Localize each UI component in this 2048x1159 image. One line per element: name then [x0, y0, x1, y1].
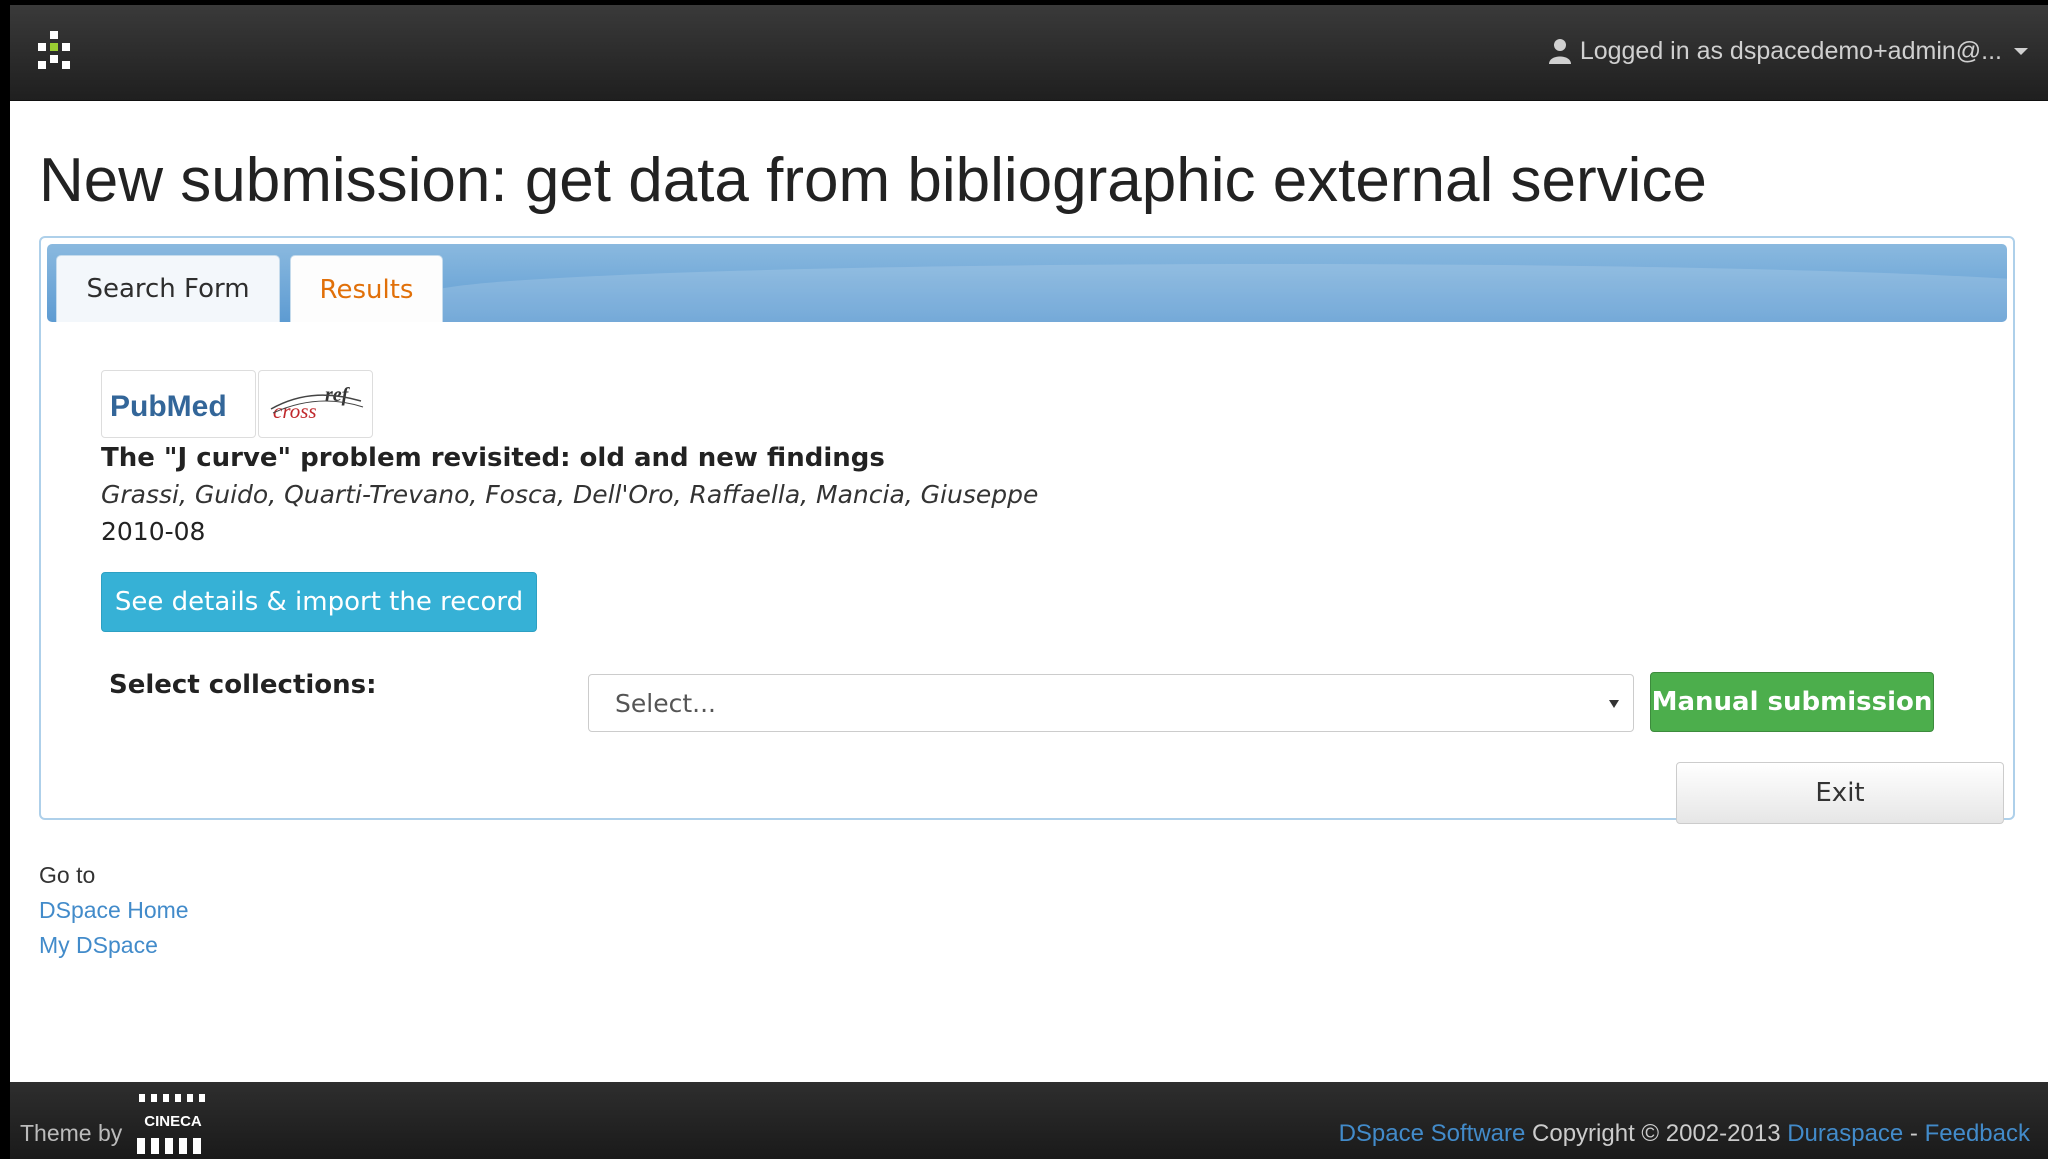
page: Logged in as dspacedemo+admin@... New su…: [10, 5, 2048, 1159]
user-icon: [1548, 39, 1571, 64]
cineca-logo-icon[interactable]: CINECA: [135, 1092, 211, 1156]
exit-button[interactable]: Exit: [1676, 762, 2004, 824]
dropdown-arrow-icon: [1609, 700, 1619, 708]
import-record-button[interactable]: See details & import the record: [101, 572, 537, 632]
svg-text:PubMed: PubMed: [110, 390, 227, 423]
tabbar-decoration: [427, 264, 2007, 322]
collection-select[interactable]: Select...: [588, 674, 1634, 732]
caret-down-icon: [2014, 47, 2028, 55]
crossref-logo-icon: ref cross: [270, 384, 364, 423]
duraspace-link[interactable]: Duraspace: [1787, 1120, 1903, 1147]
svg-text:cross: cross: [273, 399, 317, 423]
user-menu-dropdown[interactable]: Logged in as dspacedemo+admin@...: [1548, 31, 2028, 71]
feedback-link[interactable]: Feedback: [1925, 1120, 2030, 1147]
goto-label: Go to: [39, 862, 96, 888]
page-title: New submission: get data from bibliograp…: [39, 146, 1707, 215]
crossref-logo: ref cross: [258, 370, 373, 438]
dspace-home-link[interactable]: DSpace Home: [39, 897, 189, 924]
pubmed-logo-icon: PubMed: [110, 390, 227, 423]
dspace-logo-icon[interactable]: [38, 31, 78, 71]
tab-bar: Search Form Results: [47, 244, 2007, 322]
top-navbar: Logged in as dspacedemo+admin@...: [10, 5, 2048, 101]
dspace-software-link[interactable]: DSpace Software: [1339, 1120, 1526, 1147]
pubmed-logo: PubMed: [101, 370, 256, 438]
manual-submission-button[interactable]: Manual submission: [1650, 672, 1934, 732]
my-dspace-link[interactable]: My DSpace: [39, 932, 158, 959]
record-title: The "J curve" problem revisited: old and…: [101, 443, 885, 473]
collection-select-value: Select...: [615, 688, 716, 718]
footer-separator: -: [1903, 1120, 1925, 1147]
tab-results[interactable]: Results: [290, 255, 443, 322]
record-date: 2010-08: [101, 517, 206, 546]
svg-text:CINECA: CINECA: [144, 1113, 202, 1130]
record-authors: Grassi, Guido, Quarti-Trevano, Fosca, De…: [101, 480, 1039, 509]
submission-panel: Search Form Results PubMed ref cross The…: [39, 236, 2015, 824]
provider-logos: PubMed ref cross: [101, 370, 373, 438]
footer-copyright: DSpace Software Copyright © 2002-2013 Du…: [1339, 1120, 2030, 1148]
tab-search-form[interactable]: Search Form: [56, 255, 280, 322]
copyright-text: Copyright © 2002-2013: [1525, 1120, 1788, 1147]
select-collections-label: Select collections:: [109, 670, 377, 700]
user-label: Logged in as dspacedemo+admin@...: [1579, 36, 2002, 65]
theme-by-label: Theme by: [20, 1120, 123, 1146]
footer: Theme by CINECA DSpace Software Copyrigh…: [10, 1082, 2048, 1159]
